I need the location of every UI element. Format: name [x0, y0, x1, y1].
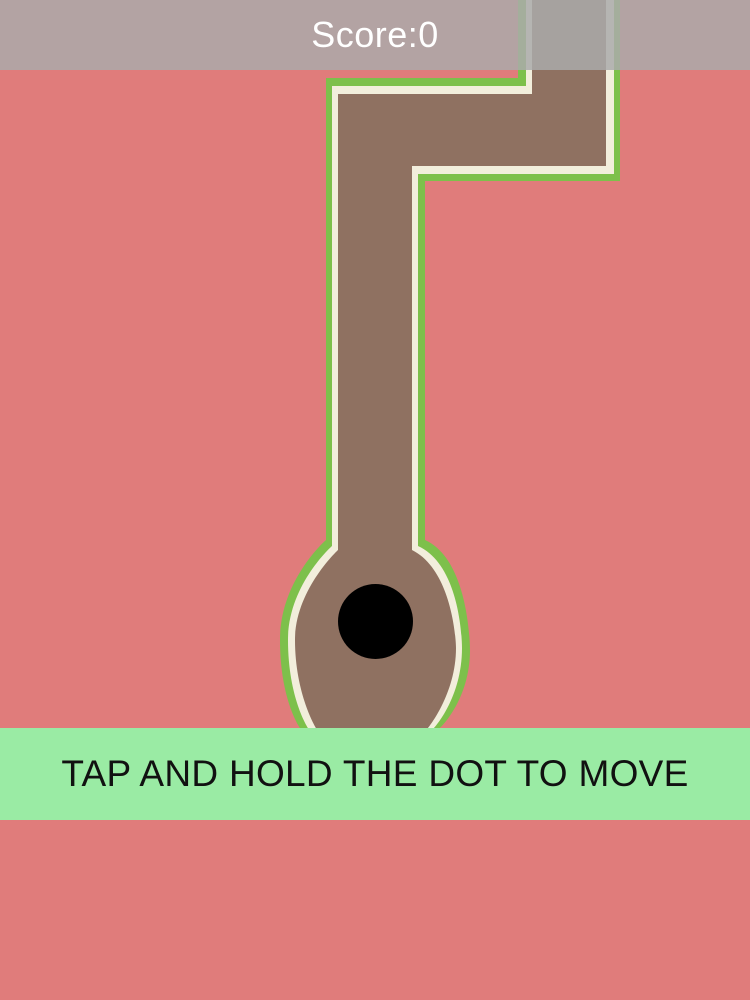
score-label: Score:0: [311, 14, 439, 55]
score-bar: Score:0: [0, 0, 750, 70]
instruction-banner: TAP AND HOLD THE DOT TO MOVE: [0, 728, 750, 820]
track: [280, 0, 620, 728]
player-dot[interactable]: [338, 584, 413, 659]
game-screen: Score:0 TAP AND HOLD THE DOT TO MOVE: [0, 0, 750, 1000]
instruction-text: TAP AND HOLD THE DOT TO MOVE: [61, 753, 689, 794]
